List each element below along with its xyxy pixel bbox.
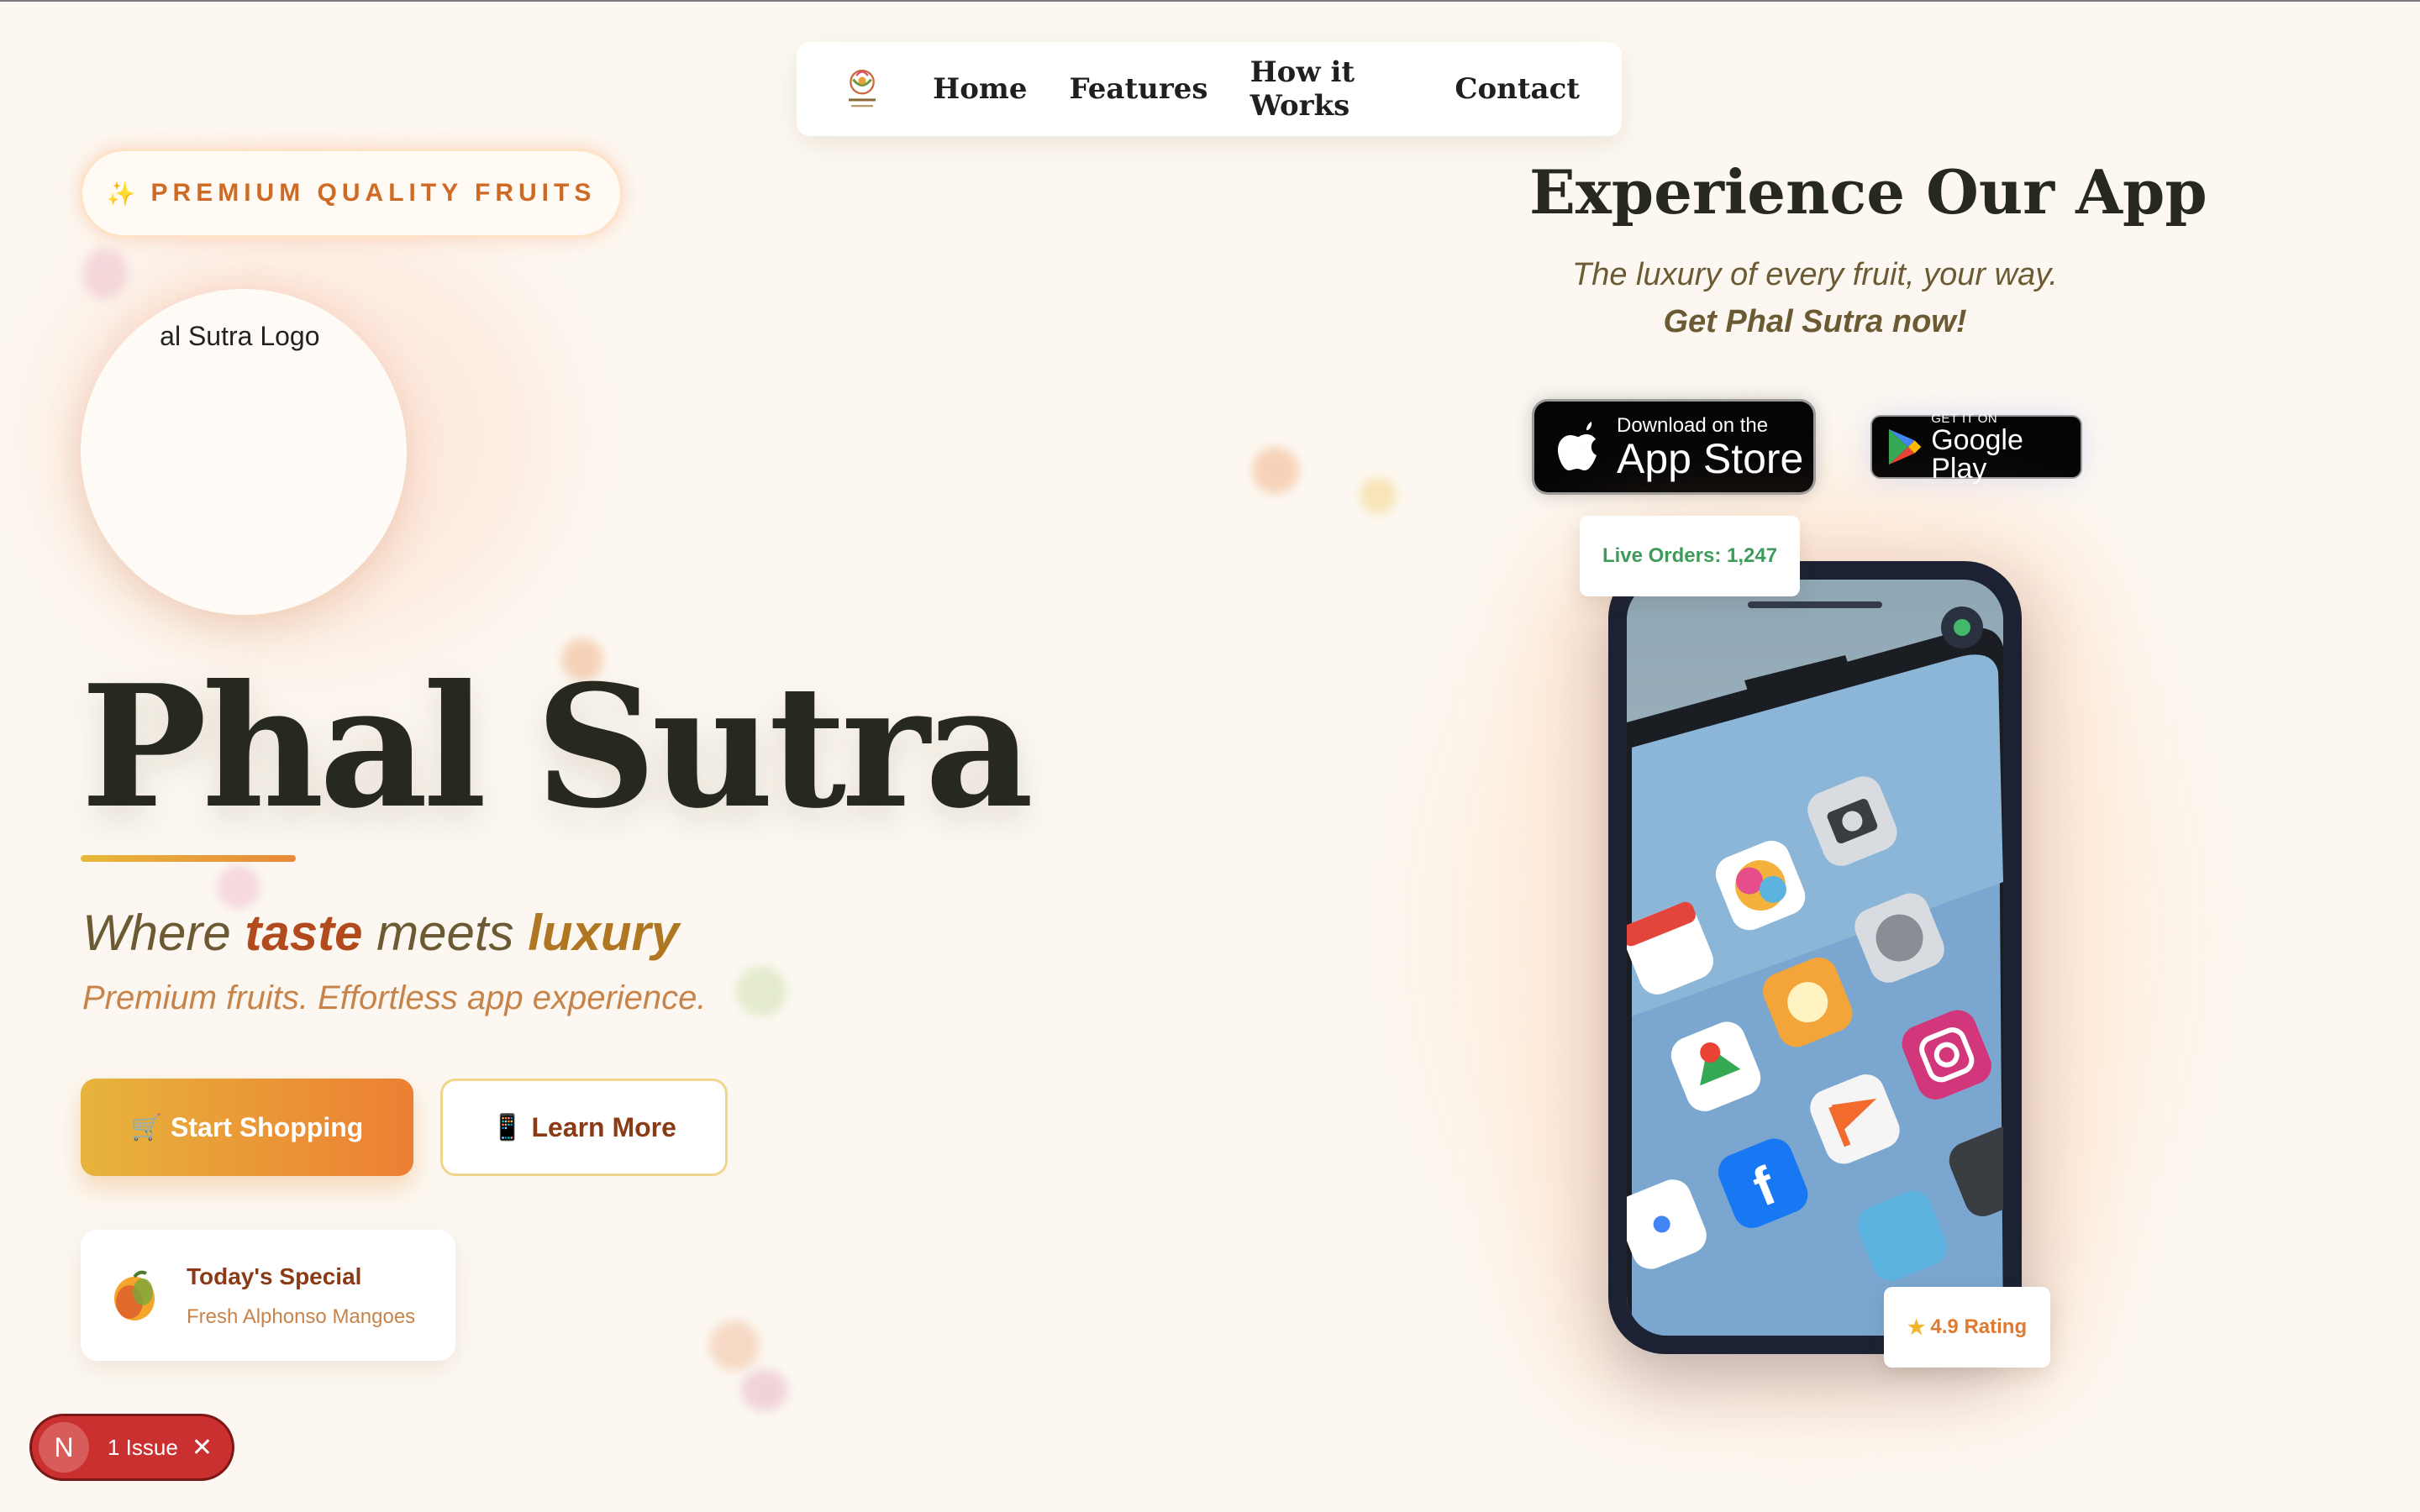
- special-subtitle: Fresh Alphonso Mangoes: [187, 1305, 416, 1328]
- tagline-pre: Where: [82, 905, 245, 961]
- floating-fruit-decoration: [82, 249, 128, 299]
- app-store-button[interactable]: Download on the App Store: [1534, 402, 1813, 492]
- app-section-heading: Experience Our App: [1529, 156, 2207, 228]
- app-store-big-text: App Store: [1617, 435, 1804, 482]
- hero-title-underline: [81, 855, 296, 862]
- hero-subtitle: Premium fruits. Effortless app experienc…: [82, 979, 707, 1016]
- floating-fruit-decoration: [736, 966, 786, 1016]
- floating-fruit-decoration: [1360, 477, 1397, 514]
- phone-speaker: [1748, 601, 1882, 608]
- google-play-small-text: GET IT ON: [1931, 411, 1998, 426]
- framework-logo-icon[interactable]: N: [39, 1422, 89, 1473]
- start-shopping-button[interactable]: 🛒 Start Shopping: [81, 1079, 413, 1176]
- rating-badge: ★ 4.9 Rating: [1884, 1287, 2050, 1368]
- phal-sutra-logo-icon[interactable]: [844, 58, 881, 120]
- star-icon: ★: [1907, 1315, 1926, 1339]
- nav-link-home[interactable]: Home: [933, 72, 1027, 106]
- logo-alt-text: Phal Sutra Logo: [159, 321, 320, 351]
- learn-more-label: Learn More: [531, 1111, 676, 1142]
- tagline-word-luxury: luxury: [528, 905, 680, 961]
- premium-quality-badge: ✨ PREMIUM QUALITY FRUITS: [82, 151, 620, 235]
- phone-mockup: f: [1608, 561, 2022, 1354]
- close-icon[interactable]: ✕: [192, 1433, 213, 1462]
- floating-fruit-decoration: [709, 1320, 760, 1371]
- floating-fruit-decoration: [1252, 447, 1299, 494]
- learn-more-button[interactable]: 📱 Learn More: [440, 1079, 728, 1176]
- floating-fruit-decoration: [741, 1369, 788, 1411]
- app-tagline: The luxury of every fruit, your way.: [1572, 257, 2058, 292]
- floating-fruit-decoration: [217, 865, 260, 909]
- phone-icon: 📱: [492, 1113, 523, 1142]
- issues-count[interactable]: 1 Issue: [108, 1435, 178, 1461]
- cart-icon: 🛒: [130, 1113, 163, 1142]
- brand-logo-image: Phal Sutra Logo: [81, 289, 407, 615]
- mango-icon: [114, 1270, 155, 1320]
- tagline-word-taste: taste: [245, 905, 363, 961]
- start-shopping-label: Start Shopping: [171, 1111, 364, 1142]
- tagline-mid: meets: [362, 905, 529, 961]
- google-play-icon: [1888, 428, 1922, 465]
- top-navbar: Home Features How it Works Contact: [797, 42, 1622, 136]
- sparkle-icon: ✨: [106, 179, 136, 207]
- special-title: Today's Special: [187, 1263, 362, 1289]
- phone-camera-dot: [1941, 606, 1983, 648]
- hero-tagline: Where taste meets luxury: [82, 904, 679, 962]
- app-cta-text: Get Phal Sutra now!: [1663, 304, 1967, 339]
- live-orders-badge: Live Orders: 1,247: [1580, 516, 1800, 596]
- google-play-big-text: Google Play: [1931, 423, 2023, 485]
- phone-screen-image: f: [1627, 580, 2003, 1336]
- hero-title: Phal Sutra: [81, 648, 1034, 846]
- nav-link-contact[interactable]: Contact: [1455, 72, 1580, 106]
- google-play-button[interactable]: GET IT ON Google Play: [1872, 412, 2081, 483]
- window-top-border: [0, 0, 2420, 2]
- apple-icon: [1558, 422, 1597, 470]
- rating-text: 4.9 Rating: [1930, 1315, 2028, 1338]
- nav-link-how-it-works[interactable]: How it Works: [1250, 55, 1413, 123]
- premium-badge-label: PREMIUM QUALITY FRUITS: [150, 179, 597, 207]
- nav-link-features[interactable]: Features: [1070, 72, 1208, 106]
- app-store-small-text: Download on the: [1617, 414, 1769, 437]
- issues-indicator[interactable]: N 1 Issue ✕: [32, 1416, 232, 1478]
- todays-special-card[interactable]: Today's Special Fresh Alphonso Mangoes: [81, 1230, 455, 1361]
